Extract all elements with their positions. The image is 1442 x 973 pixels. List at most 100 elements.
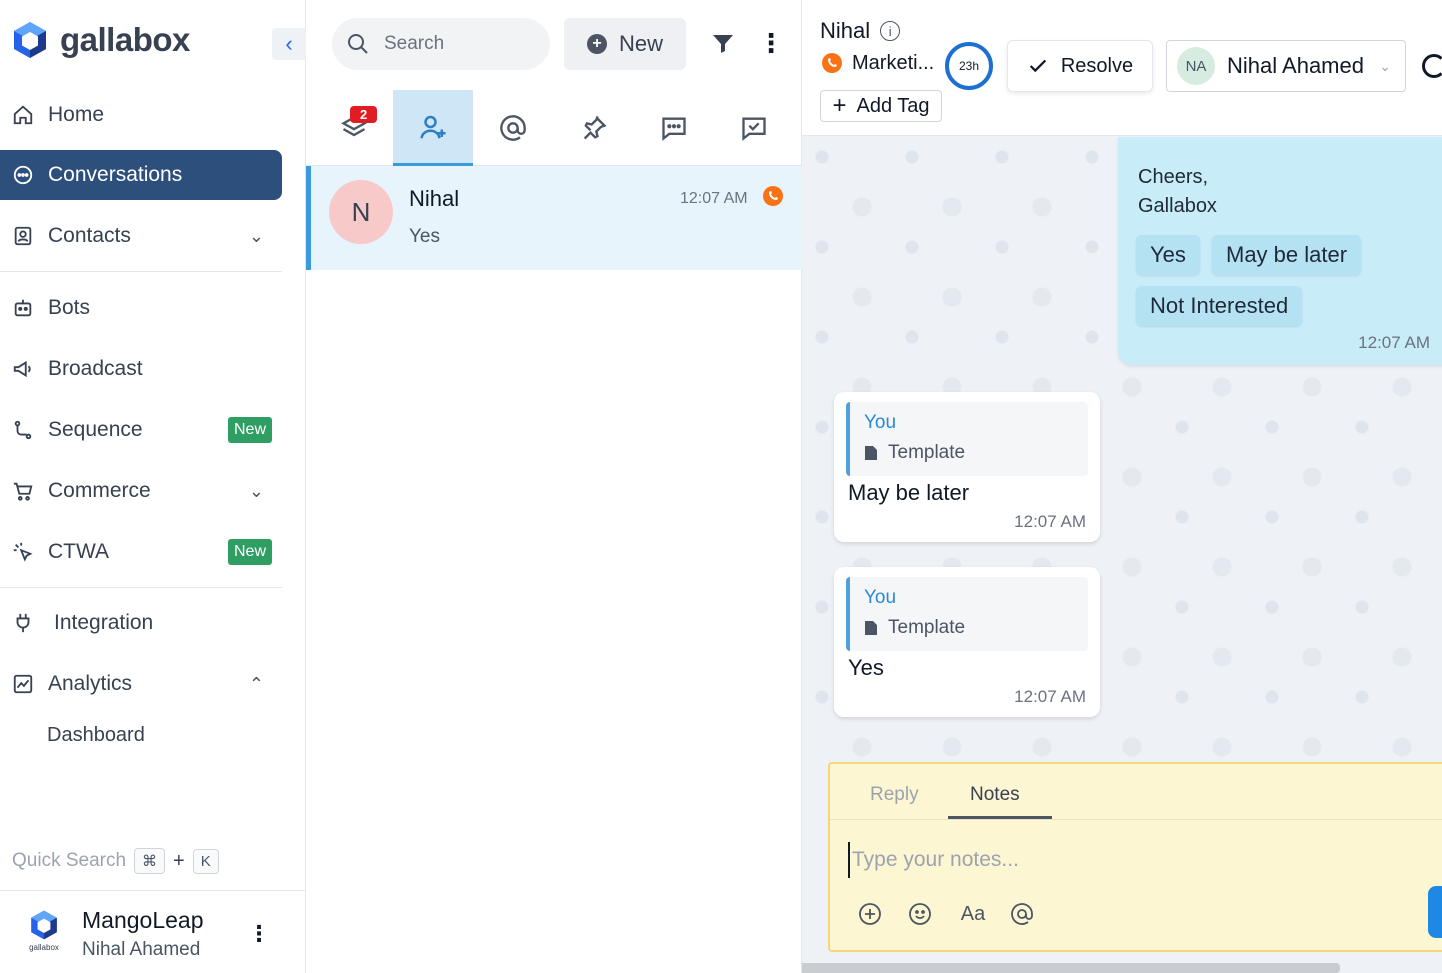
sidebar: gallabox ‹ Home Conversations Contacts ⌄ — [0, 0, 306, 973]
nav-divider — [0, 587, 282, 588]
account-menu-icon[interactable]: ⋮ — [248, 921, 270, 947]
loading-icon[interactable] — [1422, 54, 1442, 78]
nav-analytics-label: Analytics — [48, 672, 133, 695]
contact-name-text: Nihal — [820, 18, 871, 43]
nav-analytics[interactable]: Analytics ⌃ — [0, 659, 282, 709]
resolve-label: Resolve — [1060, 54, 1134, 77]
nav-bots[interactable]: Bots — [0, 283, 282, 333]
session-timer: 23h — [945, 42, 993, 90]
avatar: N — [329, 180, 393, 244]
plus-sign: + — [173, 849, 185, 872]
nav-dashboard[interactable]: Dashboard — [47, 724, 145, 747]
app-root: gallabox ‹ Home Conversations Contacts ⌄ — [0, 0, 1442, 973]
tab-mentions[interactable] — [473, 90, 553, 166]
account-footer: gallabox MangoLeap Nihal Ahamed ⋮ — [0, 890, 306, 973]
gallabox-logo-icon — [31, 910, 57, 940]
unread-badge: 2 — [350, 106, 378, 123]
new-conversation-button[interactable]: + New — [564, 18, 686, 70]
plug-icon — [10, 610, 36, 636]
channel-label: Marketi... — [820, 51, 934, 75]
contact-name[interactable]: Nihal i — [820, 18, 901, 44]
chevron-down-icon: ⌄ — [248, 225, 264, 246]
assignee-select[interactable]: NA Nihal Ahamed ⌄ — [1166, 40, 1406, 92]
new-button-label: New — [618, 31, 663, 56]
nav-ctwa[interactable]: CTWA New — [0, 527, 282, 577]
whatsapp-icon — [822, 53, 842, 73]
quick-reply-button[interactable]: May be later — [1212, 235, 1362, 275]
org-logo: gallabox — [20, 909, 68, 957]
tab-open[interactable] — [634, 90, 714, 166]
quote-type: Template — [864, 442, 965, 464]
message-text: Cheers, Gallabox — [1138, 163, 1217, 221]
outgoing-message: Cheers, Gallabox Yes May be later Not In… — [1118, 137, 1442, 365]
bot-icon — [10, 295, 36, 321]
send-button[interactable] — [1428, 886, 1442, 938]
nav-ctwa-label: CTWA — [48, 540, 110, 563]
chat-dots-icon — [662, 117, 686, 141]
quick-search[interactable]: Quick Search ⌘ + K — [12, 848, 219, 874]
user-plus-icon — [420, 115, 446, 138]
emoji-icon[interactable] — [906, 900, 934, 928]
nav-integration[interactable]: Integration — [0, 598, 282, 648]
nav-conversations[interactable]: Conversations — [0, 150, 282, 200]
collapse-sidebar-button[interactable]: ‹ — [272, 28, 306, 60]
add-tag-button[interactable]: + Add Tag — [820, 90, 942, 122]
quoted-template[interactable]: You Template — [846, 402, 1088, 476]
nav-home[interactable]: Home — [0, 90, 282, 140]
quick-reply-button[interactable]: Not Interested — [1136, 286, 1303, 326]
tab-assigned-to-me[interactable] — [393, 90, 473, 166]
assignee-name: Nihal Ahamed — [1227, 53, 1364, 78]
nav-bots-label: Bots — [48, 296, 91, 319]
tab-pinned[interactable] — [554, 90, 634, 166]
message-composer: Reply Notes Aa — [828, 762, 1442, 952]
tab-resolved[interactable] — [714, 90, 794, 166]
cmd-key: ⌘ — [134, 848, 166, 874]
tab-reply[interactable]: Reply — [870, 784, 919, 806]
contacts-icon — [10, 223, 36, 249]
tab-all[interactable]: 2 — [314, 90, 394, 166]
quick-search-label: Quick Search — [12, 850, 127, 871]
search-input[interactable]: Search — [332, 18, 550, 70]
gallabox-logo-icon — [14, 22, 46, 58]
text-format-icon[interactable]: Aa — [956, 900, 990, 928]
message-line: Cheers, — [1138, 166, 1209, 188]
channel-name: Marketi... — [852, 51, 935, 74]
check-icon — [1029, 59, 1047, 73]
resolve-button[interactable]: Resolve — [1007, 40, 1153, 92]
mention-icon[interactable] — [1008, 900, 1036, 928]
conversation-list-item[interactable]: N Nihal Yes 12:07 AM — [306, 166, 802, 270]
attach-plus-icon[interactable] — [856, 900, 884, 928]
quick-reply-button[interactable]: Yes — [1136, 235, 1200, 275]
cart-icon — [10, 478, 36, 504]
quote-type-label: Template — [888, 617, 966, 638]
nav-sequence[interactable]: Sequence New — [0, 405, 282, 455]
k-key: K — [192, 848, 219, 874]
message-time: 12:07 AM — [1014, 512, 1086, 531]
search-icon — [348, 34, 368, 54]
inbox-tabs: 2 — [306, 90, 802, 166]
message-line: Gallabox — [1138, 195, 1217, 217]
notes-input[interactable] — [848, 842, 1408, 878]
nav-broadcast[interactable]: Broadcast — [0, 344, 282, 394]
nav-contacts[interactable]: Contacts ⌄ — [0, 211, 282, 261]
new-badge: New — [227, 539, 272, 565]
filter-icon[interactable] — [710, 32, 736, 61]
info-icon[interactable]: i — [880, 21, 901, 41]
quoted-template[interactable]: You Template — [846, 577, 1088, 651]
more-options-icon[interactable]: ⋮ — [758, 30, 784, 56]
chevron-up-icon: ⌃ — [248, 673, 264, 694]
tab-divider — [830, 819, 1442, 820]
nav-contacts-label: Contacts — [48, 224, 131, 247]
search-placeholder: Search — [384, 33, 445, 54]
tab-notes[interactable]: Notes — [970, 784, 1020, 806]
horizontal-scrollbar[interactable] — [802, 963, 1340, 973]
message-thread[interactable]: Cheers, Gallabox Yes May be later Not In… — [802, 137, 1442, 763]
nav-commerce[interactable]: Commerce ⌄ — [0, 466, 282, 516]
chat-header: Nihal i Marketi... 23h Resolve NA Nihal … — [802, 0, 1442, 136]
chat-panel: Nihal i Marketi... 23h Resolve NA Nihal … — [802, 0, 1442, 973]
conversation-list-panel: Search + New ⋮ 2 N Nihal Yes 12:07 AM — [306, 0, 802, 973]
message-time: 12:07 AM — [1014, 687, 1086, 706]
brand[interactable]: gallabox — [12, 20, 190, 60]
at-icon — [500, 115, 526, 141]
quote-sender: You — [864, 412, 897, 433]
